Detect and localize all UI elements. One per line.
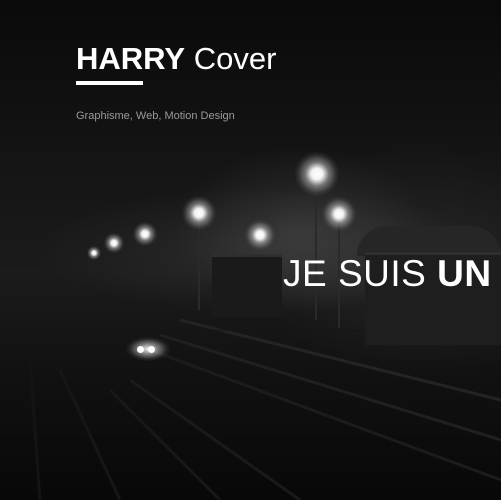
train-headlight bbox=[137, 346, 144, 353]
street-light bbox=[87, 246, 101, 260]
brand-name-strong: HARRY bbox=[76, 41, 186, 76]
hero-headline: JE SUIS UN bbox=[283, 252, 492, 296]
street-light bbox=[104, 233, 124, 253]
street-light bbox=[295, 152, 339, 196]
brand-name-light: Cover bbox=[193, 41, 277, 76]
hero-section: HARRY Cover Graphisme, Web, Motion Desig… bbox=[0, 0, 501, 500]
street-light bbox=[133, 222, 157, 246]
brand-underline bbox=[76, 81, 143, 85]
tagline: Graphisme, Web, Motion Design bbox=[76, 110, 235, 122]
street-light bbox=[245, 220, 275, 250]
hero-headline-strong: UN bbox=[437, 253, 492, 294]
platform-shelter bbox=[212, 254, 282, 317]
lamp-pole bbox=[315, 180, 317, 320]
site-logo[interactable]: HARRY Cover bbox=[76, 40, 276, 78]
street-light bbox=[322, 197, 356, 231]
train-headlight bbox=[148, 346, 155, 353]
hero-headline-light: JE SUIS bbox=[283, 253, 427, 294]
street-light bbox=[182, 196, 216, 230]
